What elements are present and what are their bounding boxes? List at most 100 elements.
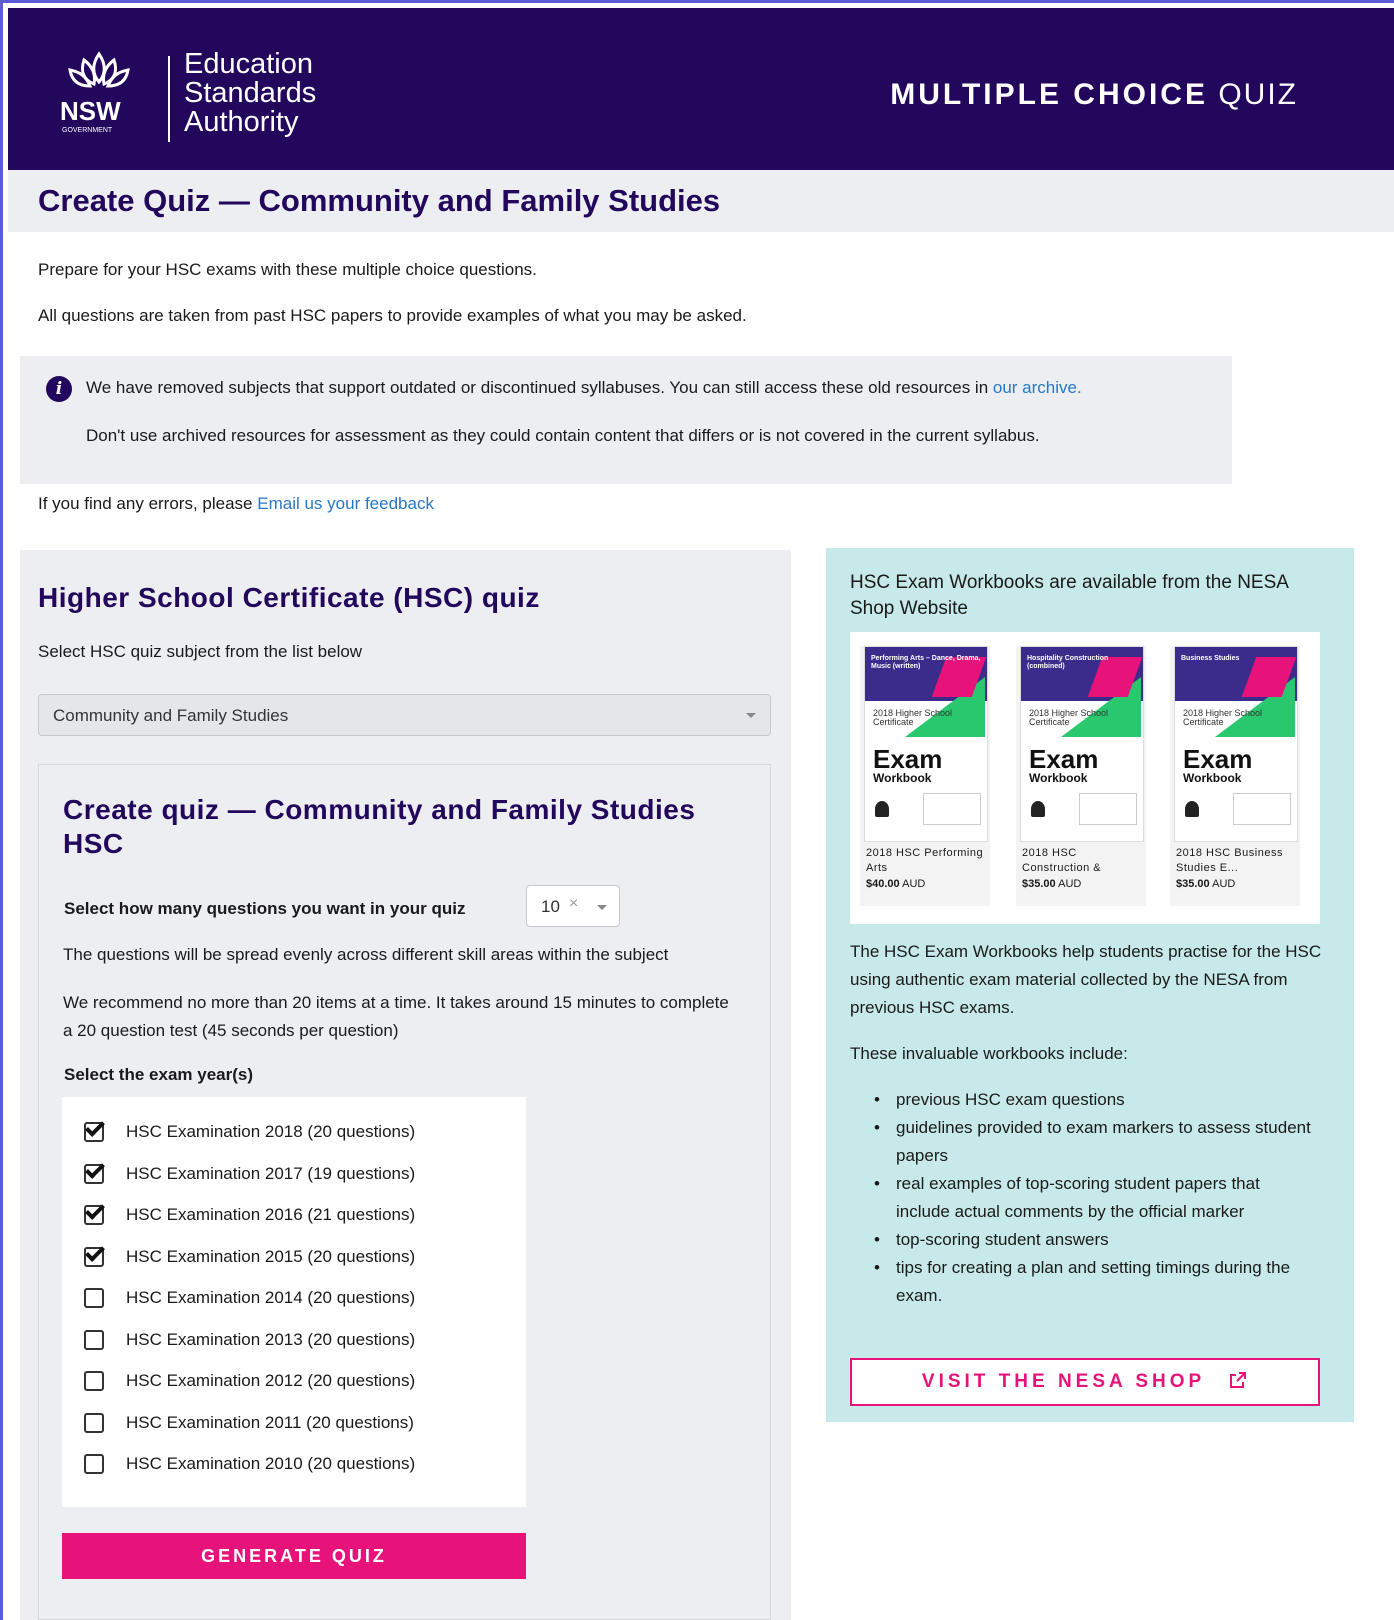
cover-year: 2018 Higher School Certificate (1029, 708, 1109, 727)
exam-year-label: Select the exam year(s) (64, 1065, 253, 1084)
question-count-select[interactable]: 10 × (526, 885, 620, 927)
checkbox[interactable] (84, 1329, 104, 1350)
workbook-name: 2018 HSC Construction & (1022, 847, 1102, 874)
subject-select-label: Select HSC quiz subject from the list be… (38, 642, 363, 661)
checkbox[interactable] (84, 1371, 104, 1391)
exam-year-label: HSC Examination 2018 (20 questions) (126, 1122, 416, 1141)
exam-year-label: HSC Examination 2017 (19 questions) (126, 1163, 416, 1183)
intro-text-1: Prepare for your HSC exams with these mu… (38, 260, 537, 279)
clear-icon[interactable]: × (569, 895, 578, 913)
exam-year-option[interactable]: HSC Examination 2016 (21 questions) (84, 1200, 504, 1230)
exam-year-option[interactable]: HSC Examination 2013 (20 questions) (84, 1325, 504, 1355)
price-amount: $35.00 (1022, 878, 1056, 890)
waratah-icon: NSW GOVERNMENT (60, 51, 130, 134)
cover-workbook: Workbook (873, 771, 932, 785)
exam-year-label: HSC Examination 2010 (20 questions) (126, 1454, 416, 1473)
include-item: real examples of top-scoring student pap… (872, 1170, 1312, 1226)
cover-year: 2018 Higher School Certificate (1183, 708, 1263, 727)
exam-year-option[interactable]: HSC Examination 2017 (19 questions) (84, 1158, 504, 1189)
site-header: NSW GOVERNMENT Education Standards Autho… (8, 8, 1394, 170)
info-icon: i (46, 376, 72, 402)
logo-line-2: Standards (184, 77, 317, 109)
visit-shop-button[interactable]: VISIT THE NESA SHOP (850, 1358, 1320, 1406)
recommend-note: We recommend no more than 20 items at a … (63, 993, 729, 1040)
exam-year-label: HSC Examination 2013 (20 questions) (126, 1329, 416, 1349)
checkbox[interactable] (84, 1288, 104, 1308)
checkbox[interactable] (84, 1454, 104, 1474)
nsw-wordmark: NSW (60, 96, 121, 126)
intro-text-2: All questions are taken from past HSC pa… (38, 306, 747, 325)
exam-year-option[interactable]: HSC Examination 2010 (20 questions) (84, 1449, 504, 1479)
archive-link[interactable]: our archive. (993, 378, 1082, 397)
checkmark-icon (85, 1241, 105, 1262)
workbook-name: 2018 HSC Performing Arts (866, 847, 984, 874)
exam-year-label: HSC Examination 2011 (20 questions) (126, 1412, 414, 1432)
spread-note: The questions will be spread evenly acro… (63, 945, 669, 964)
shop-heading: HSC Exam Workbooks are available from th… (850, 572, 1288, 619)
cover-year: 2018 Higher School Certificate (873, 708, 953, 727)
exam-year-label: HSC Examination 2015 (20 questions) (126, 1246, 416, 1266)
checkbox[interactable] (84, 1412, 104, 1433)
workbook-price: $35.00 AUD (1022, 878, 1081, 890)
quiz-panel: Higher School Certificate (HSC) quiz Sel… (20, 550, 791, 1620)
exam-year-option[interactable]: HSC Examination 2015 (20 questions) (84, 1241, 504, 1272)
shop-panel: HSC Exam Workbooks are available from th… (826, 548, 1354, 1422)
cover-exam: Exam (1029, 744, 1099, 774)
question-count-label: Select how many questions you want in yo… (64, 899, 466, 918)
workbook-card[interactable]: Hospitality Construction (combined) 2018 … (1016, 646, 1146, 906)
checkmark-icon (85, 1200, 105, 1220)
question-count-value: 10 (541, 897, 560, 916)
exam-year-option[interactable]: HSC Examination 2012 (20 questions) (84, 1366, 504, 1396)
cover-contents-box (923, 793, 981, 825)
notice-line-1: We have removed subjects that support ou… (86, 378, 1082, 398)
exam-year-option[interactable]: HSC Examination 2011 (20 questions) (84, 1408, 504, 1438)
feedback-link[interactable]: Email us your feedback (257, 494, 434, 513)
checkbox[interactable] (84, 1158, 105, 1184)
government-wordmark: GOVERNMENT (62, 127, 113, 134)
subject-select-value: Community and Family Studies (53, 706, 289, 725)
include-item: top-scoring student answers (872, 1226, 1312, 1254)
checkbox[interactable] (84, 1200, 105, 1225)
cover-workbook: Workbook (1183, 771, 1242, 785)
price-currency: AUD (1212, 878, 1236, 890)
checkbox[interactable] (84, 1117, 105, 1142)
exam-year-option[interactable]: HSC Examination 2018 (20 questions) (84, 1117, 504, 1147)
chevron-down-icon (597, 905, 607, 910)
workbook-card[interactable]: Business Studies 2018 Higher School Certi… (1170, 646, 1300, 906)
page-title: Create Quiz — Community and Family Studi… (38, 183, 721, 218)
workbook-price: $35.00 AUD (1176, 878, 1235, 890)
exam-year-label: HSC Examination 2012 (20 questions) (126, 1371, 416, 1390)
nsw-crest-icon (875, 801, 889, 817)
nsw-crest-icon (1031, 801, 1045, 817)
exam-year-option[interactable]: HSC Examination 2014 (20 questions) (84, 1283, 504, 1313)
cover-title: Performing Arts – Dance, Drama, Music (w… (871, 655, 981, 670)
checkbox[interactable] (84, 1241, 105, 1267)
exam-year-label: HSC Examination 2016 (21 questions) (126, 1205, 416, 1224)
app-title: MULTIPLE CHOICE QUIZ (890, 78, 1298, 112)
cover-title: Business Studies (1181, 655, 1240, 662)
logo-line-1: Education (184, 48, 313, 80)
visit-shop-label: VISIT THE NESA SHOP (921, 1371, 1205, 1392)
checkmark-icon (85, 1158, 105, 1179)
exam-year-list: HSC Examination 2018 (20 questions) HSC E… (62, 1097, 526, 1507)
price-amount: $35.00 (1176, 878, 1210, 890)
checkmark-icon (85, 1117, 105, 1137)
app-title-bold: MULTIPLE CHOICE (890, 78, 1208, 111)
subject-select[interactable]: Community and Family Studies (38, 694, 771, 736)
feedback-line: If you find any errors, please Email us … (38, 494, 434, 514)
workbook-name: 2018 HSC Business Studies E... (1176, 847, 1283, 874)
chevron-down-icon (746, 713, 756, 718)
feedback-text: If you find any errors, please (38, 494, 253, 513)
cover-title: Hospitality Construction (combined) (1027, 655, 1109, 670)
notice-line-2: Don't use archived resources for assessm… (86, 426, 1040, 445)
workbook-card[interactable]: Performing Arts – Dance, Drama, Music (w… (860, 646, 990, 906)
workbook-cover: Hospitality Construction (combined) 2018 … (1020, 646, 1144, 842)
nsw-crest-icon (1185, 801, 1199, 817)
create-quiz-heading: Create quiz — Community and Family Studi… (63, 794, 696, 859)
page-title-bar: Create Quiz — Community and Family Studi… (8, 170, 1394, 232)
generate-quiz-button[interactable]: GENERATE QUIZ (62, 1533, 526, 1579)
logo-line-3: Authority (184, 106, 299, 138)
logo-divider (168, 56, 170, 142)
cover-contents-box (1079, 793, 1137, 825)
include-item: guidelines provided to exam markers to a… (872, 1114, 1312, 1170)
